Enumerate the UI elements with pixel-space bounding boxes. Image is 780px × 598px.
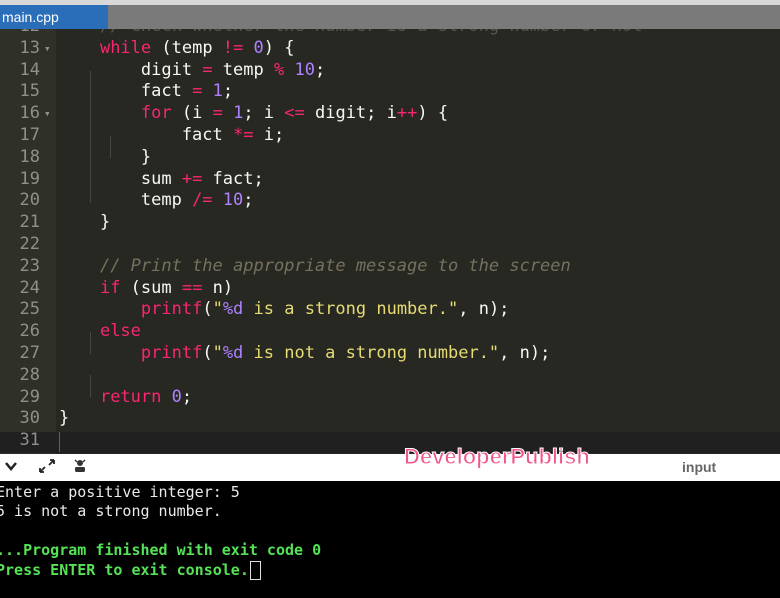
code-text: while (temp != 0) { — [99, 37, 295, 58]
code-lines: 12 // Check whether the number is a stro… — [0, 29, 780, 452]
expand-arrows-icon[interactable] — [38, 458, 56, 479]
console-line: Enter a positive integer: 5 — [0, 483, 240, 501]
watermark-logo: DeveloperPublish — [404, 444, 591, 470]
code-line[interactable]: 30} — [0, 408, 780, 430]
console-toolbar: input — [0, 454, 780, 481]
code-line[interactable]: 27 printf("%d is not a strong number.", … — [0, 343, 780, 365]
code-line[interactable]: 18 } — [0, 147, 780, 169]
input-tab[interactable]: input — [682, 459, 716, 475]
code-line[interactable]: 17 fact *= i; — [0, 125, 780, 147]
code-text: fact *= i; — [59, 124, 285, 145]
code-text: sum += fact; — [59, 168, 264, 189]
tab-bar: main.cpp — [0, 5, 780, 29]
line-number: 14 — [19, 59, 40, 80]
code-line[interactable]: 14 digit = temp % 10; — [0, 60, 780, 82]
line-number: 16 — [19, 103, 40, 124]
console-cursor — [249, 561, 261, 580]
code-line[interactable]: 26 else — [0, 321, 780, 343]
code-line[interactable]: 13 ▾ while (temp != 0) { — [0, 38, 780, 60]
code-text: temp /= 10; — [59, 190, 254, 211]
code-line[interactable]: 24 if (sum == n) — [0, 278, 780, 300]
line-number: 26 — [19, 321, 40, 342]
line-number: 15 — [19, 81, 40, 102]
fold-toggle-icon[interactable]: ▾ — [44, 38, 51, 60]
line-number: 31 — [19, 430, 40, 451]
code-text: else — [99, 321, 141, 342]
code-text: } — [59, 212, 111, 233]
code-text: for (i = 1; i <= digit; i++) { — [140, 103, 449, 124]
code-line[interactable]: 15 fact = 1; — [0, 81, 780, 103]
code-line[interactable]: 31 — [0, 430, 780, 452]
code-line[interactable]: 16 ▾ for (i = 1; i <= digit; i++) { — [0, 103, 780, 125]
code-text: return 0; — [99, 386, 193, 407]
line-number: 19 — [19, 168, 40, 189]
line-number: 17 — [19, 124, 40, 145]
code-text: digit = temp % 10; — [59, 59, 326, 80]
code-line[interactable]: 21 } — [0, 212, 780, 234]
line-number: 21 — [19, 212, 40, 233]
line-number: 13 — [19, 37, 40, 58]
code-line[interactable]: 19 sum += fact; — [0, 169, 780, 191]
code-text: } — [59, 408, 70, 429]
code-text: printf("%d is not a strong number.", n); — [140, 342, 551, 363]
code-text: if (sum == n) — [99, 277, 234, 298]
line-number: 22 — [19, 233, 40, 254]
code-line[interactable]: 12 // Check whether the number is a stro… — [0, 29, 780, 38]
chevron-down-icon[interactable] — [4, 458, 18, 478]
code-line[interactable]: 25 printf("%d is a strong number.", n); — [0, 299, 780, 321]
code-line[interactable]: 20 temp /= 10; — [0, 190, 780, 212]
fold-toggle-icon[interactable]: ▾ — [44, 103, 51, 125]
line-number: 23 — [19, 255, 40, 276]
code-line[interactable]: 22 — [0, 234, 780, 256]
console-prompt-line: Press ENTER to exit console. — [0, 560, 261, 580]
line-number: 29 — [19, 386, 40, 407]
line-number: 30 — [19, 408, 40, 429]
line-number: 24 — [19, 277, 40, 298]
code-editor[interactable]: 12 // Check whether the number is a stro… — [0, 29, 780, 454]
code-text: // Print the appropriate message to the … — [99, 255, 571, 276]
code-text: printf("%d is a strong number.", n); — [140, 299, 510, 320]
line-number: 28 — [19, 364, 40, 385]
line-number: 12 — [0, 29, 40, 38]
settings-icon[interactable] — [72, 458, 88, 479]
line-number: 18 — [19, 146, 40, 167]
code-text: // Check whether the number is a strong … — [59, 29, 642, 38]
code-line[interactable]: 28 — [0, 365, 780, 387]
console-exit-message: ...Program finished with exit code 0 — [0, 541, 322, 559]
code-text: } — [59, 146, 152, 167]
tab-main-cpp[interactable]: main.cpp — [0, 5, 108, 29]
console-output[interactable]: Enter a positive integer: 5 5 is not a s… — [0, 481, 780, 598]
line-number: 20 — [19, 190, 40, 211]
console-prompt-text: Press ENTER to exit console. — [0, 561, 249, 579]
line-number: 27 — [19, 342, 40, 363]
code-line[interactable]: 29 return 0; — [0, 387, 780, 409]
console-line: 5 is not a strong number. — [0, 502, 222, 520]
code-line[interactable]: 23 // Print the appropriate message to t… — [0, 256, 780, 278]
line-number: 25 — [19, 299, 40, 320]
code-text: fact = 1; — [59, 81, 234, 102]
